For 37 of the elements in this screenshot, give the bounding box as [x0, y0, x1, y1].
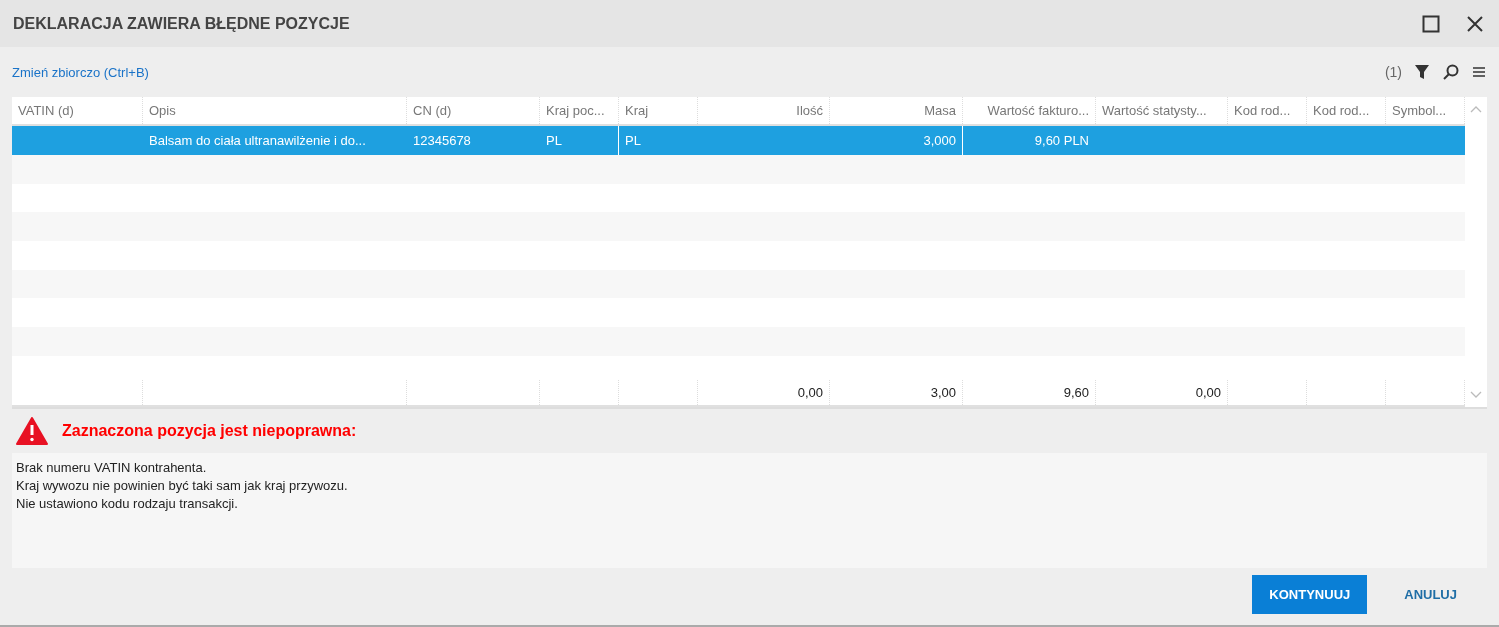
window-title: DEKLARACJA ZAWIERA BŁĘDNE POZYCJE	[13, 14, 350, 33]
bulk-change-link[interactable]: Zmień zbiorczo (Ctrl+B)	[12, 64, 149, 80]
column-header[interactable]: Kraj poc...	[540, 97, 619, 124]
filter-count: (1)	[1384, 64, 1402, 80]
maximize-icon[interactable]	[1422, 14, 1440, 33]
error-message: Brak numeru VATIN kontrahenta.	[16, 459, 208, 477]
column-header[interactable]: Opis	[143, 97, 407, 124]
warning-icon	[16, 417, 48, 445]
column-header[interactable]: Kod rod...	[1228, 97, 1307, 124]
menu-icon[interactable]	[1472, 66, 1486, 78]
column-header[interactable]: Kod rod...	[1307, 97, 1386, 124]
total-cell: 0,00	[1195, 385, 1221, 400]
table-cell: Balsam do ciała ultranawilżenie i do...	[149, 133, 366, 148]
table-cell: 3,000	[923, 133, 956, 148]
column-header[interactable]: Ilość	[698, 97, 830, 124]
column-header[interactable]: Wartość fakturo...	[963, 97, 1096, 124]
filter-icon[interactable]	[1414, 64, 1430, 80]
table-cell: PL	[546, 133, 562, 148]
continue-button[interactable]: KONTYNUUJ	[1252, 575, 1368, 614]
column-header[interactable]: VATIN (d)	[12, 97, 143, 124]
error-message: Kraj wywozu nie powinien być taki sam jak kraj przywozu.	[16, 477, 349, 495]
total-cell: 0,00	[797, 385, 823, 400]
table-cell: PL	[625, 133, 641, 148]
search-icon[interactable]	[1442, 63, 1460, 81]
table-cell: 9,60 PLN	[1034, 133, 1089, 148]
close-icon[interactable]	[1466, 14, 1484, 33]
error-message: Nie ustawiono kodu rodzaju transakcji.	[16, 495, 239, 513]
total-cell: 9,60	[1063, 385, 1089, 400]
cancel-button[interactable]: ANULUJ	[1387, 575, 1474, 614]
table-cell: 12345678	[413, 133, 471, 148]
column-header[interactable]: CN (d)	[407, 97, 540, 124]
table-row[interactable]: Balsam do ciała ultranawilżenie i do... 12345678 PL PL 3,000 9,60 PLN	[12, 126, 1465, 155]
column-header[interactable]: Wartość statysty...	[1096, 97, 1228, 124]
total-cell: 3,00	[930, 385, 956, 400]
error-heading: Zaznaczona pozycja jest niepoprawna:	[62, 422, 357, 440]
column-header[interactable]: Masa	[830, 97, 963, 124]
column-header[interactable]: Kraj	[619, 97, 698, 124]
